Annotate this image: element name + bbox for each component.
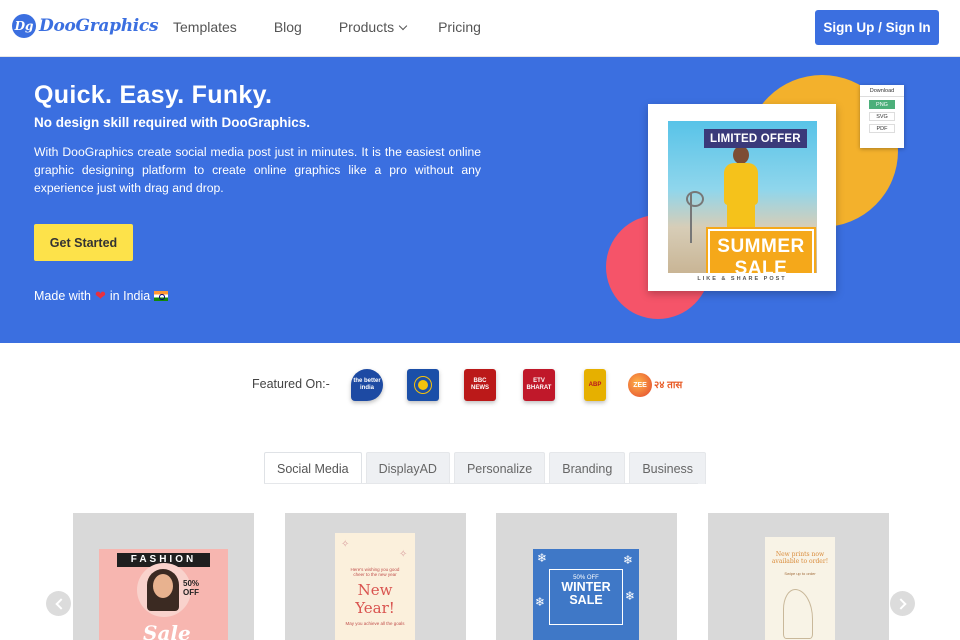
winter-sale-line-2: SALE: [569, 593, 603, 607]
fashion-script-text: Sale: [143, 621, 191, 640]
tabs-divider: [264, 483, 698, 484]
new-year-line-1: New: [357, 581, 393, 599]
hero-section: Quick. Easy. Funky. No design skill requ…: [0, 57, 960, 343]
tab-branding[interactable]: Branding: [549, 452, 626, 484]
fashion-offer-pct: 50%: [183, 579, 200, 588]
made-with-suffix: in India: [109, 289, 151, 303]
brand-logo[interactable]: Dg DooGraphics: [12, 14, 159, 38]
new-prints-heading: New prints now available to order!: [771, 551, 829, 565]
download-pdf-option[interactable]: PDF: [869, 124, 895, 133]
bbc-news-logo[interactable]: BBC NEWS: [464, 369, 496, 401]
new-prints-sub: Swipe up to order: [784, 571, 816, 576]
download-png-option[interactable]: PNG: [869, 100, 895, 109]
zee-logo-text: २४ तास: [654, 379, 683, 391]
winter-sale-thumbnail: ❄ ❄ ❄ ❄ 50% OFF WINTER SALE: [533, 549, 639, 640]
dd-news-logo[interactable]: [407, 369, 439, 401]
new-year-small-text: Here's wishing you good cheer to the new…: [350, 567, 400, 577]
hero-title: Quick. Easy. Funky.: [34, 81, 273, 109]
chevron-down-icon: [398, 21, 408, 30]
etv-bharat-logo[interactable]: ETV BHARAT: [523, 369, 555, 401]
download-panel: Download PNG SVG PDF: [860, 85, 904, 148]
nav-templates-link[interactable]: Templates: [173, 19, 237, 35]
hero-subtitle: No design skill required with DooGraphic…: [34, 115, 311, 130]
sample-post-image: LIMITED OFFER SUMMER SALE: [668, 121, 817, 273]
tab-displayad[interactable]: DisplayAD: [365, 452, 450, 484]
basketball-hoop-graphic: [686, 191, 710, 243]
dd-emblem-icon: [414, 376, 432, 394]
summer-sale-box: SUMMER SALE: [706, 227, 816, 273]
nav-pricing-link[interactable]: Pricing: [438, 19, 481, 35]
chevron-right-icon: [894, 597, 907, 610]
new-prints-thumbnail: New prints now available to order! Swipe…: [765, 537, 835, 640]
winter-sale-frame: 50% OFF WINTER SALE: [549, 569, 623, 625]
tab-business[interactable]: Business: [629, 452, 707, 484]
abp-logo[interactable]: ABP: [584, 369, 606, 401]
sample-post-card: LIMITED OFFER SUMMER SALE LIKE & SHARE P…: [648, 104, 836, 291]
india-flag-icon: [154, 291, 169, 301]
tab-personalize[interactable]: Personalize: [453, 452, 546, 484]
template-card-fashion[interactable]: FASHION 50% OFF Sale: [73, 513, 254, 640]
new-year-thumbnail: ✧ ✧ Here's wishing you good cheer to the…: [335, 533, 415, 640]
hero-description: With DooGraphics create social media pos…: [34, 145, 481, 195]
template-card-new-year[interactable]: ✧ ✧ Here's wishing you good cheer to the…: [285, 513, 466, 640]
carousel-next-button[interactable]: [890, 591, 915, 616]
fashion-offer: 50% OFF: [183, 579, 199, 597]
template-card-new-prints[interactable]: New prints now available to order! Swipe…: [708, 513, 889, 640]
snowflake-icon: ❄: [623, 553, 634, 567]
sale-line-1: SUMMER: [717, 236, 805, 257]
new-year-title: New Year!: [335, 581, 415, 617]
made-with-prefix: Made with: [34, 289, 91, 303]
nav-products-label: Products: [338, 19, 395, 35]
download-svg-option[interactable]: SVG: [869, 112, 895, 121]
nav-blog-link[interactable]: Blog: [274, 19, 302, 35]
limited-offer-banner: LIMITED OFFER: [704, 129, 807, 148]
signin-button[interactable]: Sign Up / Sign In: [815, 10, 939, 45]
chevron-left-icon: [54, 597, 67, 610]
sparkle-icon: ✧: [399, 549, 408, 560]
like-share-text: LIKE & SHARE POST: [697, 276, 787, 282]
better-india-logo[interactable]: the better india: [351, 369, 383, 401]
top-navbar: Dg DooGraphics Templates Blog Products P…: [0, 0, 960, 57]
made-in-india: Made with ❤ in India: [34, 288, 169, 304]
template-card-winter-sale[interactable]: ❄ ❄ ❄ ❄ 50% OFF WINTER SALE: [496, 513, 677, 640]
carousel-prev-button[interactable]: [46, 591, 71, 616]
template-category-tabs: Social Media DisplayAD Personalize Brand…: [264, 452, 707, 484]
sale-line-2: SALE: [734, 258, 788, 273]
heart-icon: ❤: [94, 288, 106, 303]
logo-mark-icon: Dg: [12, 14, 36, 38]
nav-links: Templates Blog Products Pricing: [173, 19, 481, 35]
nav-products-dropdown[interactable]: Products: [338, 19, 408, 35]
sparkle-icon: ✧: [341, 539, 350, 550]
download-title: Download: [860, 85, 904, 97]
snowflake-icon: ❄: [625, 589, 636, 603]
get-started-button[interactable]: Get Started: [34, 224, 133, 261]
fashion-offer-word: OFF: [183, 588, 199, 597]
zee-emblem-icon: ZEE: [628, 373, 652, 397]
flower-illustration: [783, 589, 813, 639]
zee-24-taas-logo[interactable]: ZEE २४ तास: [628, 369, 684, 401]
snowflake-icon: ❄: [535, 595, 546, 609]
snowflake-icon: ❄: [537, 551, 548, 565]
logo-text: DooGraphics: [39, 16, 159, 36]
fashion-thumbnail: FASHION 50% OFF Sale: [99, 549, 228, 640]
tab-social-media[interactable]: Social Media: [264, 452, 362, 484]
new-year-line-2: Year!: [355, 599, 395, 617]
new-year-footer-text: May you achieve all the goals: [345, 621, 405, 626]
featured-on-label: Featured On:-: [252, 377, 330, 391]
